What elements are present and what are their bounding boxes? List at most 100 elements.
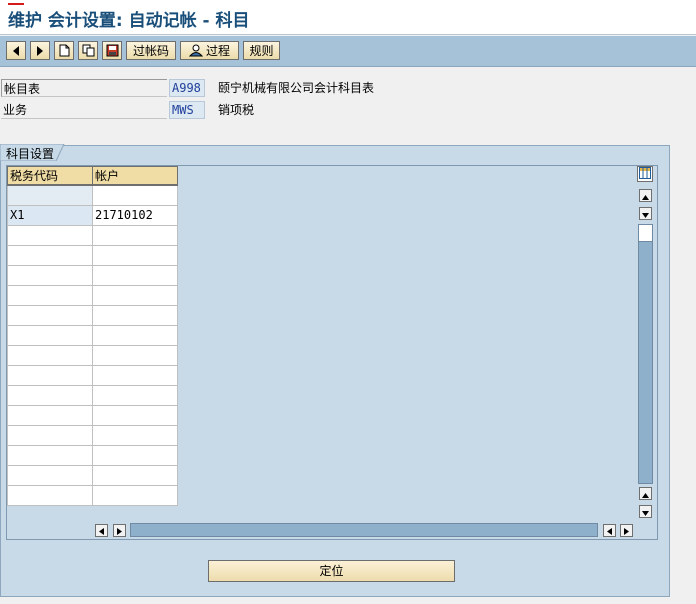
account-cell[interactable]	[92, 344, 178, 366]
tax-code-cell[interactable]	[7, 484, 93, 506]
tax-code-cell[interactable]	[7, 244, 93, 266]
chart-of-accounts-label: 帐目表	[1, 79, 167, 97]
tax-code-cell[interactable]	[7, 264, 93, 286]
table-row[interactable]	[7, 344, 178, 366]
triangle-left-icon	[607, 524, 612, 538]
account-table: 税务代码 帐户 X1 21710102	[7, 166, 178, 506]
application-toolbar: 过帐码 过程 规则	[0, 36, 696, 67]
tax-code-cell[interactable]	[7, 304, 93, 326]
table-settings-icon	[639, 166, 651, 182]
table-row[interactable]: X1 21710102	[7, 204, 178, 226]
scroll-left-end-button[interactable]	[603, 524, 616, 537]
account-cell[interactable]	[92, 444, 178, 466]
table-row[interactable]	[7, 404, 178, 426]
user-icon	[188, 44, 203, 57]
triangle-right-icon	[624, 524, 629, 538]
table-row[interactable]	[7, 424, 178, 446]
table-row[interactable]	[7, 224, 178, 246]
scroll-bottom-button[interactable]	[639, 505, 652, 518]
scroll-page-up-button[interactable]	[639, 487, 652, 500]
vertical-scrollbar[interactable]	[638, 224, 653, 484]
scroll-page-down-button[interactable]	[639, 207, 652, 220]
table-row[interactable]	[7, 244, 178, 266]
transaction-label: 业务	[1, 101, 167, 119]
table-row[interactable]	[7, 324, 178, 346]
previous-button[interactable]	[6, 41, 26, 60]
column-header-tax-code[interactable]: 税务代码	[7, 166, 93, 186]
account-cell[interactable]	[92, 464, 178, 486]
triangle-down-icon	[642, 207, 649, 221]
tax-code-cell[interactable]	[7, 344, 93, 366]
tax-code-cell[interactable]	[7, 404, 93, 426]
account-cell[interactable]	[92, 184, 178, 206]
title-marker	[8, 3, 24, 5]
posting-key-label: 过帐码	[132, 44, 169, 58]
account-cell[interactable]	[92, 224, 178, 246]
account-cell[interactable]	[92, 404, 178, 426]
triangle-down-icon	[642, 505, 649, 519]
table-row[interactable]	[7, 484, 178, 506]
save-icon	[106, 44, 119, 57]
table-row[interactable]	[7, 464, 178, 486]
table-row[interactable]	[7, 184, 178, 206]
table-row[interactable]	[7, 304, 178, 326]
account-cell[interactable]	[92, 244, 178, 266]
new-entries-button[interactable]	[54, 41, 74, 60]
account-cell[interactable]	[92, 364, 178, 386]
account-cell[interactable]	[92, 304, 178, 326]
tax-code-cell[interactable]	[7, 184, 93, 206]
triangle-left-icon	[12, 45, 20, 56]
table-row[interactable]	[7, 264, 178, 286]
chart-of-accounts-description: 颐宁机械有限公司会计科目表	[218, 81, 375, 95]
table-row[interactable]	[7, 384, 178, 406]
triangle-right-icon	[36, 45, 44, 56]
next-button[interactable]	[30, 41, 50, 60]
horizontal-scrollbar[interactable]	[130, 523, 598, 537]
table-settings-button[interactable]	[637, 166, 653, 182]
new-page-icon	[59, 44, 70, 57]
account-cell[interactable]	[92, 324, 178, 346]
procedure-button[interactable]: 过程	[180, 41, 239, 60]
tax-code-cell[interactable]	[7, 324, 93, 346]
account-cell[interactable]	[92, 484, 178, 506]
group-title: 科目设置	[6, 147, 55, 161]
account-cell[interactable]	[92, 384, 178, 406]
tax-code-cell[interactable]: X1	[7, 204, 93, 226]
save-button[interactable]	[102, 41, 122, 60]
account-cell[interactable]	[92, 424, 178, 446]
rules-label: 规则	[249, 44, 274, 58]
rules-button[interactable]: 规则	[243, 41, 280, 60]
tax-code-cell[interactable]	[7, 424, 93, 446]
triangle-up-icon	[642, 487, 649, 501]
account-cell[interactable]: 21710102	[92, 204, 178, 226]
posting-key-button[interactable]: 过帐码	[126, 41, 176, 60]
page-title: 维护 会计设置: 自动记帐 - 科目	[8, 11, 250, 31]
copy-as-button[interactable]	[78, 41, 98, 60]
tax-code-cell[interactable]	[7, 444, 93, 466]
chart-of-accounts-field[interactable]: A998	[169, 79, 205, 97]
table-row[interactable]	[7, 444, 178, 466]
scroll-right-button[interactable]	[113, 524, 126, 537]
account-cell[interactable]	[92, 284, 178, 306]
tax-code-cell[interactable]	[7, 284, 93, 306]
group-tab: 科目设置	[0, 144, 70, 161]
vertical-scroll-thumb[interactable]	[639, 225, 652, 242]
tax-code-cell[interactable]	[7, 384, 93, 406]
transaction-description: 销项税	[218, 103, 255, 117]
scroll-left-button[interactable]	[95, 524, 108, 537]
table-row[interactable]	[7, 284, 178, 306]
tax-code-cell[interactable]	[7, 464, 93, 486]
table-row[interactable]	[7, 364, 178, 386]
transaction-field[interactable]: MWS	[169, 101, 205, 119]
tax-code-cell[interactable]	[7, 224, 93, 246]
triangle-up-icon	[642, 189, 649, 203]
scroll-top-button[interactable]	[639, 189, 652, 202]
procedure-label: 过程	[205, 44, 230, 58]
account-cell[interactable]	[92, 264, 178, 286]
tax-code-cell[interactable]	[7, 364, 93, 386]
scroll-right-end-button[interactable]	[620, 524, 633, 537]
title-bar: 维护 会计设置: 自动记帐 - 科目	[0, 0, 696, 35]
column-header-account[interactable]: 帐户	[92, 166, 178, 186]
triangle-right-icon	[117, 524, 122, 538]
locate-button[interactable]: 定位	[208, 560, 455, 582]
